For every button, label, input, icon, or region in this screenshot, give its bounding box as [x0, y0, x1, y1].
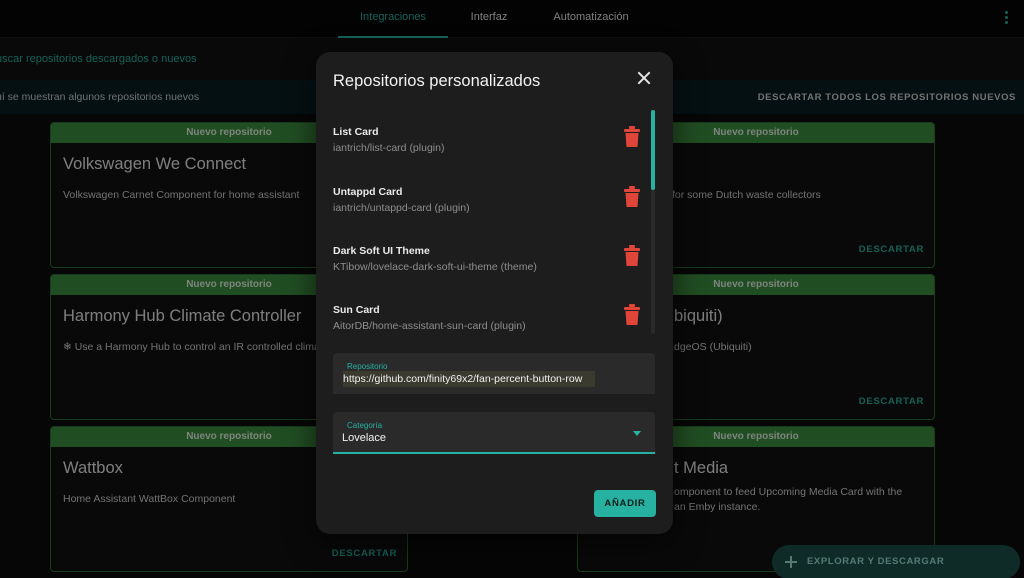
repo-path: AitorDB/home-assistant-sun-card (plugin)	[333, 320, 526, 332]
custom-repos-dialog: Repositorios personalizados List Card ia…	[316, 52, 673, 534]
list-item: Untappd Card iantrich/untappd-card (plug…	[333, 186, 640, 226]
field-underline	[333, 452, 655, 454]
repo-name: Sun Card	[333, 304, 380, 316]
category-label: Categoría	[347, 421, 383, 430]
delete-icon[interactable]	[623, 245, 641, 267]
delete-icon[interactable]	[623, 186, 641, 208]
list-item: Dark Soft UI Theme KTibow/lovelace-dark-…	[333, 245, 640, 285]
repo-list: List Card iantrich/list-card (plugin) Un…	[316, 110, 673, 336]
repo-list-scrollbar[interactable]	[651, 110, 655, 334]
add-button[interactable]: AÑADIR	[594, 490, 656, 517]
repo-name: List Card	[333, 126, 379, 138]
delete-icon[interactable]	[623, 304, 641, 326]
repository-field[interactable]: Repositorio	[333, 353, 655, 394]
repository-input[interactable]	[343, 371, 595, 387]
list-item: Sun Card AitorDB/home-assistant-sun-card…	[333, 304, 640, 336]
repo-path: iantrich/untappd-card (plugin)	[333, 202, 470, 214]
dialog-title: Repositorios personalizados	[333, 72, 541, 90]
repo-path: KTibow/lovelace-dark-soft-ui-theme (them…	[333, 261, 537, 273]
scrollbar-thumb[interactable]	[651, 110, 655, 190]
category-select[interactable]: Categoría Lovelace	[333, 412, 655, 454]
delete-icon[interactable]	[623, 126, 641, 148]
dropdown-arrow-icon[interactable]	[633, 431, 641, 436]
repository-label: Repositorio	[347, 362, 388, 371]
repo-path: iantrich/list-card (plugin)	[333, 142, 445, 154]
list-item: List Card iantrich/list-card (plugin)	[333, 126, 640, 166]
close-icon[interactable]	[637, 71, 651, 85]
category-value: Lovelace	[342, 432, 387, 444]
repo-name: Untappd Card	[333, 186, 403, 198]
repo-name: Dark Soft UI Theme	[333, 245, 430, 257]
